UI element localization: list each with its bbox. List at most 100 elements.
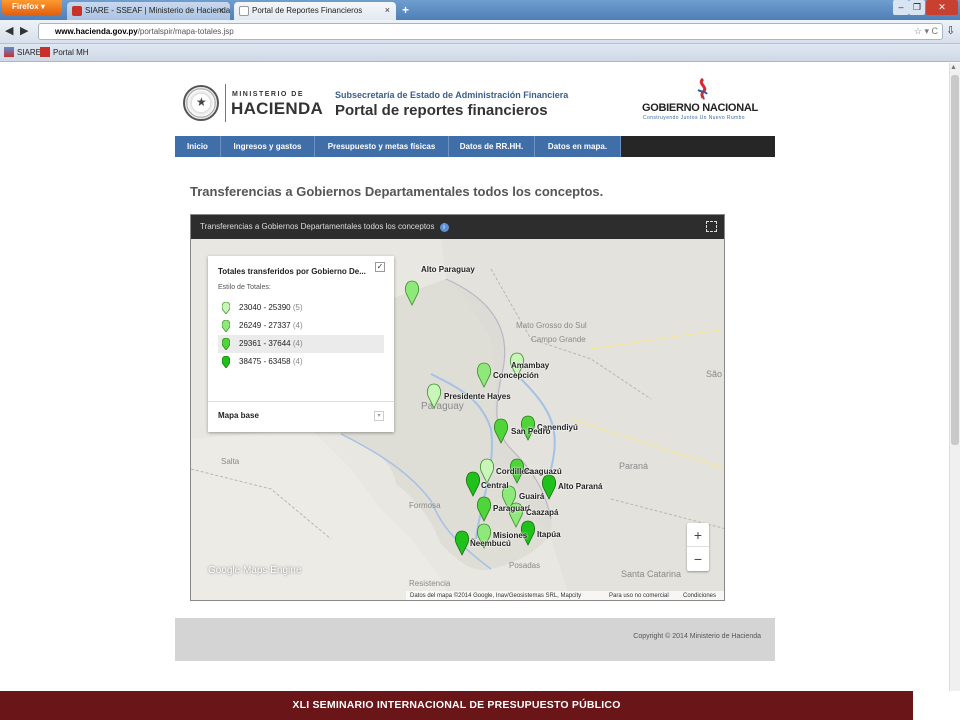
- url-bar[interactable]: www.hacienda.gov.py/portalspir/mapa-tota…: [38, 23, 943, 40]
- page-scrollbar[interactable]: [949, 63, 960, 691]
- pin-paraguari[interactable]: [477, 496, 491, 522]
- menu-inicio[interactable]: Inicio: [175, 136, 221, 157]
- pin-presidente-hayes[interactable]: [427, 383, 441, 409]
- siare-favicon-icon: [72, 6, 82, 16]
- range-count: (4): [292, 357, 303, 366]
- info-icon[interactable]: i: [439, 223, 449, 232]
- browser-tab-bar: Firefox ▾ SIARE - SSEAF | Ministerio de …: [0, 0, 960, 20]
- bookmark-siare[interactable]: SIARE: [4, 47, 41, 57]
- gobierno-nacional-logo: GOBIERNO NACIONAL Construyendo Juntos Un…: [642, 78, 767, 126]
- maximize-button[interactable]: ❐: [909, 0, 925, 15]
- conditions-link[interactable]: Condiciones: [683, 593, 716, 599]
- portal-title: Portal de reportes financieros: [335, 102, 548, 119]
- scroll-thumb[interactable]: [951, 75, 959, 445]
- ministry-header: ★ MINISTERIO DE HACIENDA Subsecretaría d…: [183, 82, 583, 132]
- map-canvas[interactable]: Mato Grosso do Sul Campo Grande Paraguay…: [191, 239, 724, 600]
- legend-range-2[interactable]: 26249 - 27337 (4): [218, 317, 384, 335]
- pin-icon: [222, 356, 230, 368]
- legend-range-3[interactable]: 29361 - 37644 (4): [218, 335, 384, 353]
- legend-range-4[interactable]: 38475 - 63458 (4): [218, 353, 384, 371]
- seminar-banner: XLI SEMINARIO INTERNACIONAL DE PRESUPUES…: [0, 691, 913, 720]
- terms-link[interactable]: Para uso no comercial: [609, 593, 669, 599]
- close-window-button[interactable]: ✕: [926, 0, 958, 15]
- bookmark-portal-mh[interactable]: Portal MH: [40, 47, 89, 57]
- legend-style-label: Estilo de Totales:: [218, 284, 271, 291]
- scroll-up-icon[interactable]: ▲: [950, 64, 957, 71]
- pin-icon: [222, 302, 230, 314]
- range-text: 38475 - 63458: [239, 357, 291, 366]
- portal-bookmark-icon: [40, 47, 50, 57]
- google-maps-engine-logo: Google Maps Engine: [208, 565, 302, 576]
- tab-portal[interactable]: Portal de Reportes Financieros ×: [234, 2, 396, 20]
- menu-ingresos-gastos[interactable]: Ingresos y gastos: [221, 136, 315, 157]
- download-icon[interactable]: ⇩: [946, 24, 955, 37]
- pin-icon: [222, 320, 230, 332]
- ministry-name: HACIENDA: [231, 99, 324, 118]
- legend-range-1[interactable]: 23040 - 25390 (5): [218, 299, 384, 317]
- tab-label: Portal de Reportes Financieros: [252, 6, 363, 15]
- map-attribution: Datos del mapa ©2014 Google, Inav/Geosis…: [191, 591, 724, 600]
- label-paraguari: Paraguarí: [493, 504, 530, 513]
- range-text: 29361 - 37644: [239, 339, 291, 348]
- label-san-pedro: San Pedro: [511, 427, 551, 436]
- siare-bookmark-icon: [4, 47, 14, 57]
- pin-cordillera[interactable]: [480, 458, 494, 484]
- legend-title: Totales transferidos por Gobierno De...: [218, 267, 366, 276]
- zoom-in-button[interactable]: +: [687, 523, 709, 547]
- menu-datos-rrhh[interactable]: Datos de RR.HH.: [449, 136, 535, 157]
- firefox-menu-button[interactable]: Firefox ▾: [2, 0, 62, 15]
- label-itapua: Itapúa: [537, 530, 561, 539]
- subsecretaria-title: Subsecretaría de Estado de Administració…: [335, 90, 569, 100]
- layer-visibility-checkbox[interactable]: ✓: [375, 262, 385, 272]
- divider: [225, 84, 226, 122]
- pin-san-pedro[interactable]: [494, 418, 508, 444]
- url-domain: www.hacienda.gov.py: [55, 27, 138, 36]
- ministry-label: MINISTERIO DE: [232, 91, 305, 98]
- pin-alto-paraguay[interactable]: [405, 280, 419, 306]
- map-legend: Totales transferidos por Gobierno De... …: [208, 256, 394, 432]
- pin-central[interactable]: [466, 471, 480, 497]
- range-text: 23040 - 25390: [239, 303, 291, 312]
- label-concepcion: Concepción: [493, 371, 539, 380]
- page-footer: Copyright © 2014 Ministerio de Hacienda: [175, 618, 775, 661]
- range-count: (4): [292, 339, 303, 348]
- pin-alto-parana[interactable]: [542, 474, 556, 500]
- close-tab-icon[interactable]: ×: [219, 5, 224, 15]
- base-map-expand-icon[interactable]: ▾: [374, 411, 384, 421]
- map-title: Transferencias a Gobiernos Departamental…: [200, 222, 435, 231]
- new-tab-button[interactable]: +: [402, 3, 409, 17]
- menu-presupuesto-metas[interactable]: Presupuesto y metas físicas: [315, 136, 449, 157]
- gobierno-mark-icon: [697, 78, 708, 100]
- fullscreen-icon[interactable]: [706, 221, 717, 232]
- main-menu: Inicio Ingresos y gastos Presupuesto y m…: [175, 136, 775, 157]
- minimize-button[interactable]: –: [893, 0, 909, 15]
- back-icon[interactable]: ◀: [5, 24, 13, 37]
- close-tab-icon[interactable]: ×: [385, 5, 390, 15]
- menu-datos-mapa[interactable]: Datos en mapa.: [535, 136, 621, 157]
- reload-icon[interactable]: ☆ ▾ C: [914, 26, 938, 37]
- range-count: (5): [292, 303, 303, 312]
- pin-concepcion[interactable]: [477, 362, 491, 388]
- national-seal-icon: ★: [183, 85, 219, 121]
- label-caazapa: Caazapá: [526, 508, 559, 517]
- gobierno-nacional-text: GOBIERNO NACIONAL: [642, 102, 758, 114]
- tab-label: SIARE - SSEAF | Ministerio de Hacienda: [85, 6, 230, 15]
- copyright-text: Copyright © 2014 Ministerio de Hacienda: [633, 633, 761, 640]
- label-alto-paraguay: Alto Paraguay: [421, 265, 475, 274]
- forward-icon[interactable]: ▶: [20, 24, 28, 37]
- base-map-label[interactable]: Mapa base: [218, 411, 259, 420]
- range-text: 26249 - 27337: [239, 321, 291, 330]
- seminar-banner-text: XLI SEMINARIO INTERNACIONAL DE PRESUPUES…: [292, 699, 621, 711]
- tab-siare[interactable]: SIARE - SSEAF | Ministerio de Hacienda ×: [67, 2, 230, 20]
- map-header: Transferencias a Gobiernos Departamental…: [191, 215, 724, 239]
- label-amambay: Amambay: [511, 361, 550, 370]
- zoom-out-button[interactable]: −: [687, 547, 709, 571]
- label-central: Central: [481, 481, 509, 490]
- label-presidente-hayes: Presidente Hayes: [444, 392, 511, 401]
- pin-neembucu[interactable]: [455, 530, 469, 556]
- url-path: /portalspir/mapa-totales.jsp: [137, 27, 234, 36]
- label-guaira: Guairá: [519, 492, 545, 501]
- pin-icon: [222, 338, 230, 350]
- label-alto-parana: Alto Paraná: [558, 482, 603, 491]
- map-embed: Transferencias a Gobiernos Departamental…: [190, 214, 725, 601]
